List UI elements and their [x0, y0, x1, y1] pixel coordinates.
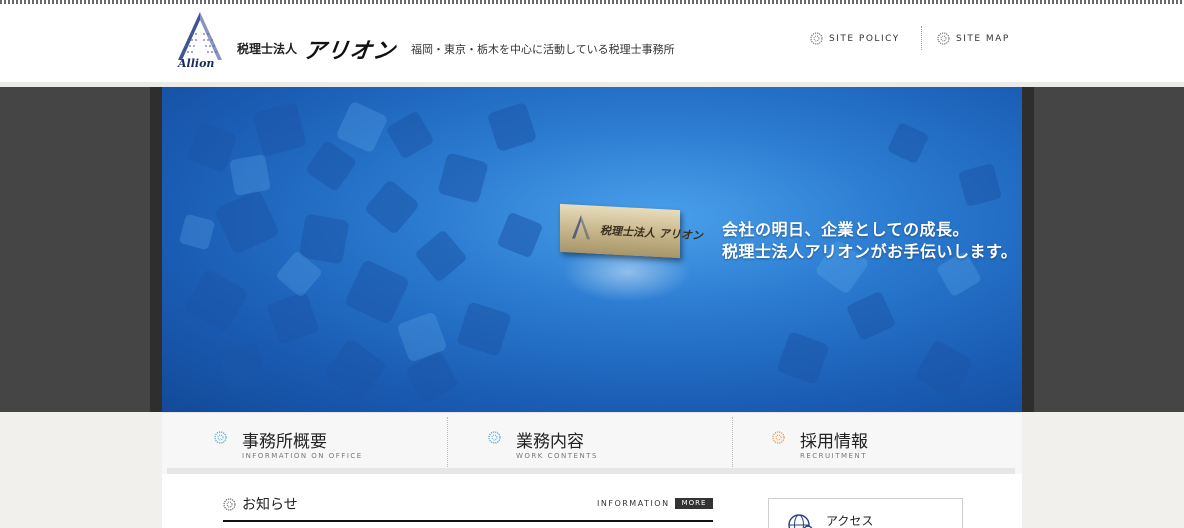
plaque-logo-icon — [572, 214, 590, 240]
nav-divider — [447, 417, 448, 473]
nav-label: 採用情報 — [800, 432, 868, 452]
hero-copy: 会社の明日、企業としての成長。 税理士法人アリオンがお手伝いします。 — [722, 219, 1017, 263]
hero-frame-left — [150, 87, 162, 412]
hero-banner: 税理士法人 アリオン 会社の明日、企業としての成長。 税理士法人アリオンがお手伝… — [162, 87, 1022, 412]
nav-sublabel: INFORMATION ON OFFICE — [242, 452, 363, 460]
header-link-divider — [921, 26, 922, 50]
hero-copy-line1: 会社の明日、企業としての成長。 — [722, 220, 970, 239]
site-policy-link[interactable]: SITE POLICY — [810, 32, 900, 45]
office-nameplate: 税理士法人 アリオン — [560, 203, 703, 259]
firm-name[interactable]: アリオン — [302, 33, 399, 65]
global-nav: 事務所概要 INFORMATION ON OFFICE 業務内容 WORK CO… — [162, 412, 1022, 474]
site-policy-label: SITE POLICY — [829, 33, 900, 44]
site-map-label: SITE MAP — [956, 33, 1010, 44]
news-title: お知らせ — [242, 497, 298, 513]
firm-prefix: 税理士法人 — [237, 42, 298, 56]
nav-label: 事務所概要 — [242, 432, 327, 452]
access-label: アクセス — [826, 514, 874, 528]
globe-bullet-icon — [214, 431, 227, 444]
nav-sublabel: RECRUITMENT — [800, 452, 867, 460]
site-map-link[interactable]: SITE MAP — [937, 32, 1010, 45]
hero-copy-line2: 税理士法人アリオンがお手伝いします。 — [722, 242, 1018, 261]
globe-bullet-icon — [488, 431, 501, 444]
globe-bullet-icon — [223, 498, 236, 510]
globe-bullet-icon — [772, 431, 785, 444]
news-heading: お知らせ — [223, 494, 298, 514]
nav-sublabel: WORK CONTENTS — [516, 452, 598, 460]
access-banner[interactable]: アクセス — [768, 498, 963, 528]
nav-label: 業務内容 — [516, 432, 584, 452]
logo-wordmark: Allion — [178, 57, 215, 70]
globe-bullet-icon — [810, 32, 823, 45]
news-more-button[interactable]: MORE — [675, 498, 713, 509]
news-title-en: INFORMATION — [597, 499, 670, 508]
tagline: 福岡・東京・栃木を中心に活動している税理士事務所 — [411, 43, 675, 56]
globe-magnifier-icon — [788, 514, 813, 528]
globe-bullet-icon — [937, 32, 950, 45]
nav-divider — [732, 417, 733, 473]
hero-frame-right — [1022, 87, 1034, 412]
news-rule — [223, 520, 713, 522]
